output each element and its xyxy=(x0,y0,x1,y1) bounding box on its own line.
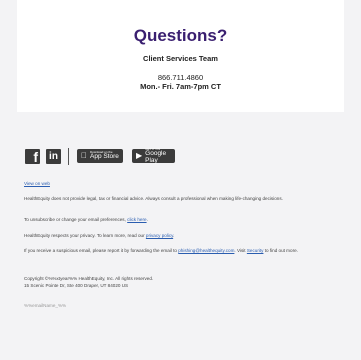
copyright-block: Copyright ©%%xtyear%% HealthEquity, Inc.… xyxy=(24,275,153,289)
phishing-visit-text: . Visit xyxy=(234,248,246,253)
google-play-label: Google Play xyxy=(145,150,167,164)
email-name-placeholder: %%emailName_%% xyxy=(24,303,67,308)
linkedin-icon[interactable]: in xyxy=(46,148,61,164)
play-icon: ▶ xyxy=(136,151,143,160)
privacy-policy-link[interactable]: privacy policy xyxy=(146,233,173,238)
advice-disclaimer: HealthEquity does not provide legal, tax… xyxy=(24,196,283,201)
google-play-badge[interactable]: ▶ GET IT ON Google Play xyxy=(132,148,175,164)
phishing-more-text: to find out more. xyxy=(264,248,298,253)
unsubscribe-label: To unsubscribe or change your email pref… xyxy=(24,217,126,222)
privacy-text: HealthEquity respects your privacy. To l… xyxy=(24,233,175,238)
app-store-badge[interactable]:  Download on the App Store xyxy=(77,149,123,163)
divider xyxy=(68,147,69,165)
phishing-notice: If you receive a suspicious email, pleas… xyxy=(24,247,344,254)
phishing-label: If you receive a suspicious email, pleas… xyxy=(24,248,177,253)
team-name: Client Services Team xyxy=(143,54,218,63)
contact-card: Questions? Client Services Team 866.711.… xyxy=(17,0,344,112)
copyright-text: Copyright ©%%xtyear%% HealthEquity, Inc.… xyxy=(24,276,154,281)
questions-heading: Questions? xyxy=(133,26,228,45)
unsubscribe-link[interactable]: click here xyxy=(127,217,146,222)
facebook-icon[interactable]: f xyxy=(25,148,40,165)
phishing-email-link[interactable]: phishing@healthequity.com xyxy=(178,248,234,253)
social-links: f in  Download on the App Store ▶ GET I… xyxy=(25,147,175,165)
view-on-web-link[interactable]: View on web xyxy=(24,181,50,186)
unsubscribe-text: To unsubscribe or change your email pref… xyxy=(24,217,148,222)
business-hours: Mon.- Fri. 7am-7pm CT xyxy=(140,82,221,91)
app-store-label: App Store xyxy=(84,153,119,161)
apple-icon:  xyxy=(81,152,87,160)
phone-number[interactable]: 866.711.4860 xyxy=(17,73,344,82)
company-address: 15 Scenic Pointe Dr, Ste 400 Draper, UT … xyxy=(24,283,129,289)
privacy-label: HealthEquity respects your privacy. To l… xyxy=(24,233,145,238)
security-link[interactable]: Security xyxy=(247,248,264,253)
